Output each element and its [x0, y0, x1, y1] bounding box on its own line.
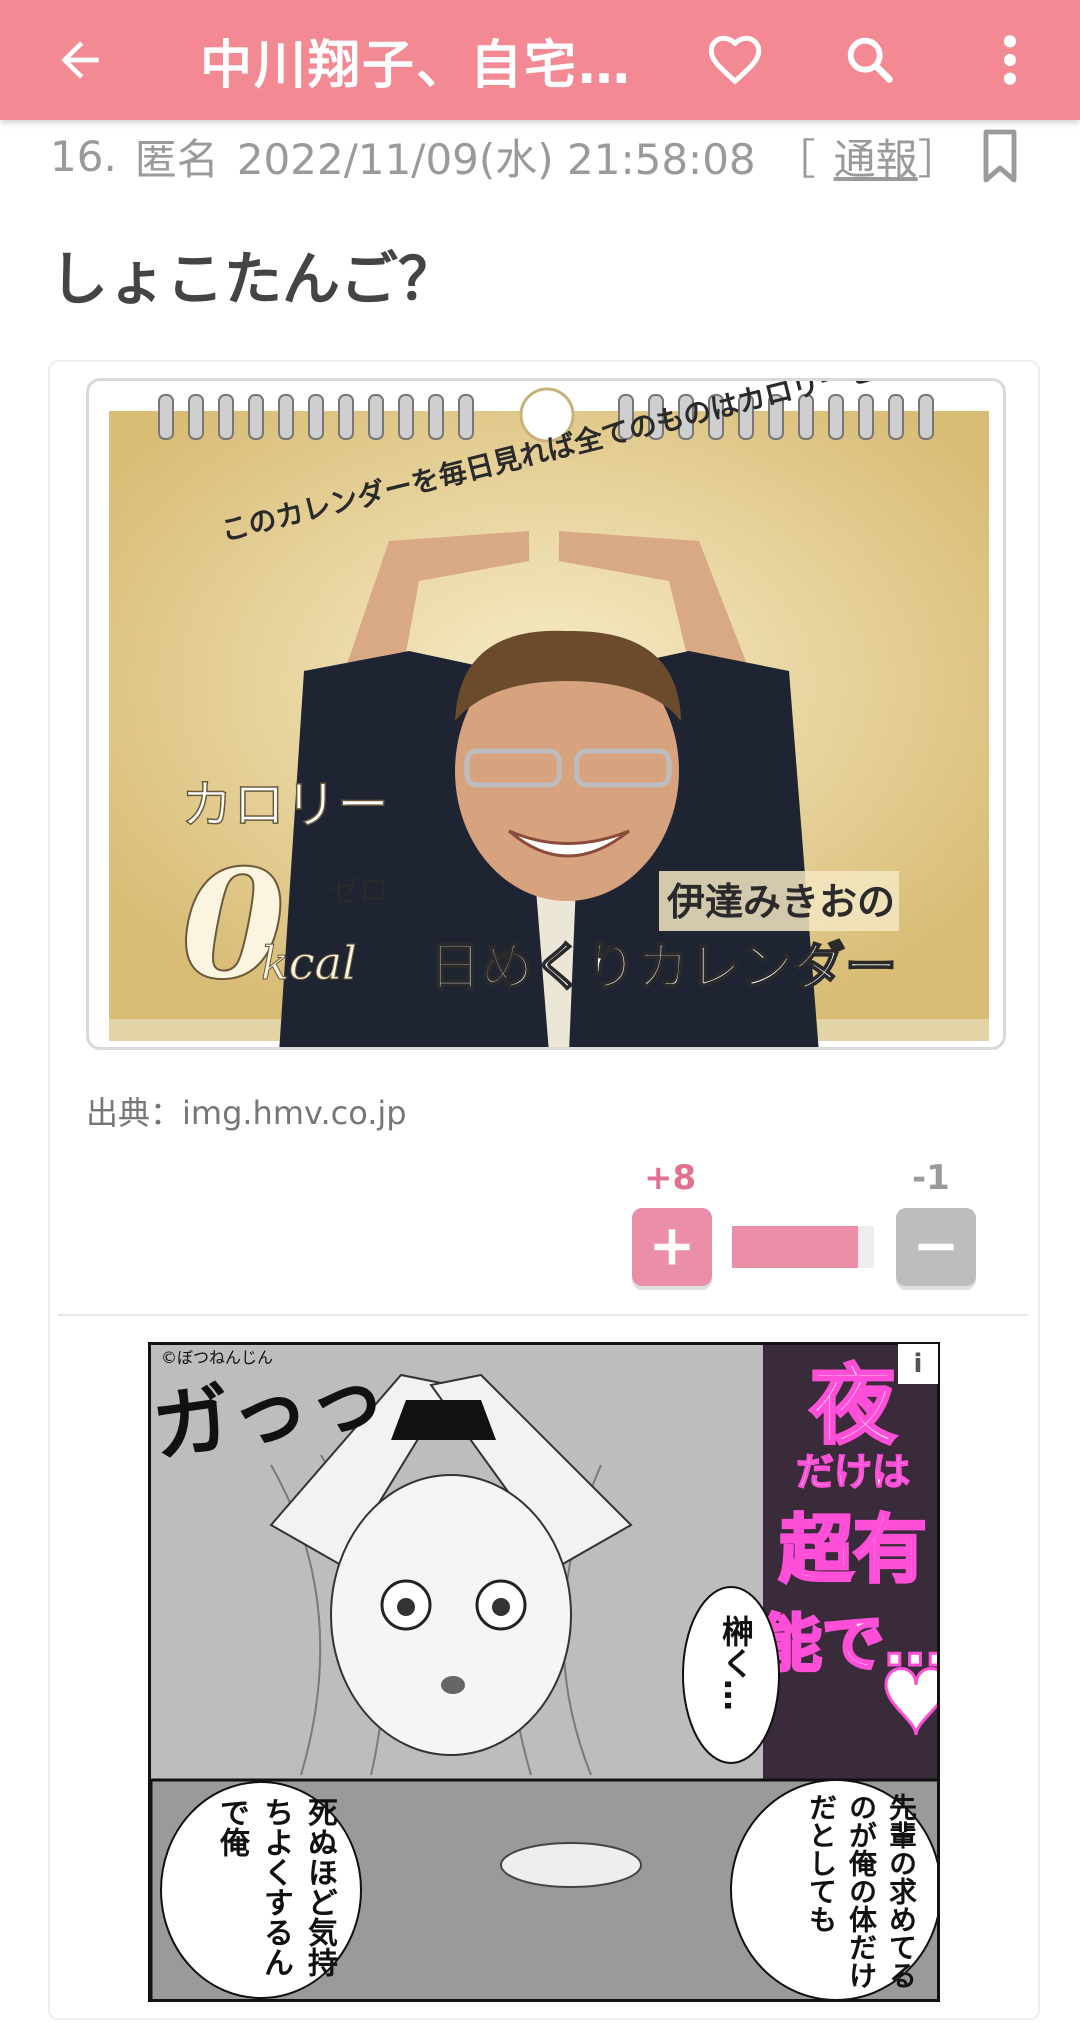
ad-title-2: だけは [796, 1450, 910, 1494]
comment-number: 16. [50, 131, 117, 181]
ad-speech-3: 先輩の求めてるのが俺の体だけだとしても [805, 1793, 918, 1989]
plus-icon [654, 1229, 690, 1265]
minus-icon [918, 1243, 954, 1251]
manga-ad[interactable]: ©ぼつねんじん ガっっ 夜 だけは 超有 能で… 榊く… 死ぬほど気持ちよくする… [148, 1342, 940, 2002]
ad-speech-2: 死ぬほど気持ちよくするんで俺 [214, 1797, 337, 1977]
report-bracket-close: ］ [917, 134, 960, 184]
vote-ratio-fill [732, 1226, 859, 1268]
search-icon[interactable] [810, 0, 930, 120]
ad-title-3: 超有 [779, 1507, 927, 1593]
ad-title-4: 能で… [760, 1607, 940, 1680]
comment-author: 匿名 [134, 134, 219, 184]
app-bar: 中川翔子、自宅… [0, 0, 1080, 120]
comment-body: しょこたんご？ [50, 245, 457, 313]
plus-count: +8 [644, 1158, 697, 1198]
divider [58, 1314, 1028, 1316]
calendar-image[interactable]: このカレンダーを毎日見れば全てのものはカロリーゼロ!! カロリー 0 ゼロ kc… [86, 378, 1006, 1050]
calendar-owner-text: 伊達みきおの [666, 880, 895, 924]
calendar-kcal-text: kcal [261, 936, 357, 990]
ad-title-1: 夜 [809, 1356, 897, 1456]
minus-count: -1 [912, 1158, 950, 1198]
report-link[interactable]: ［ 通報］ [774, 126, 978, 187]
image-source: 出典：img.hmv.co.jp [86, 1094, 407, 1132]
heart-icon[interactable] [675, 0, 795, 120]
report-bracket-open: ［ [773, 134, 816, 184]
ad-credit: ©ぼつねんじん [161, 1348, 273, 1367]
back-arrow-icon[interactable] [20, 0, 140, 120]
comment-datetime: 2022/11/09(水) 21:58:08 [236, 134, 756, 184]
comment-meta: 16. 匿名 2022/11/09(水) 21:58:08 ［ 通報］ [50, 128, 1030, 184]
bookmark-icon[interactable] [980, 128, 1020, 184]
report-label: 通報 [833, 134, 918, 184]
calendar-product-text: 日めくりカレンダー [429, 938, 897, 998]
page-title: 中川翔子、自宅… [200, 35, 633, 96]
ad-info-icon[interactable]: i [898, 1344, 938, 1384]
minus-vote-button[interactable] [896, 1208, 976, 1286]
ad-speech-1: 榊く… [717, 1615, 755, 1711]
more-vert-icon[interactable] [950, 0, 1070, 120]
plus-vote-button[interactable] [632, 1208, 712, 1286]
vote-ratio-bar [732, 1226, 874, 1268]
calendar-calorie-text: カロリー [181, 776, 389, 836]
calendar-zero-ruby-text: ゼロ [329, 874, 389, 909]
